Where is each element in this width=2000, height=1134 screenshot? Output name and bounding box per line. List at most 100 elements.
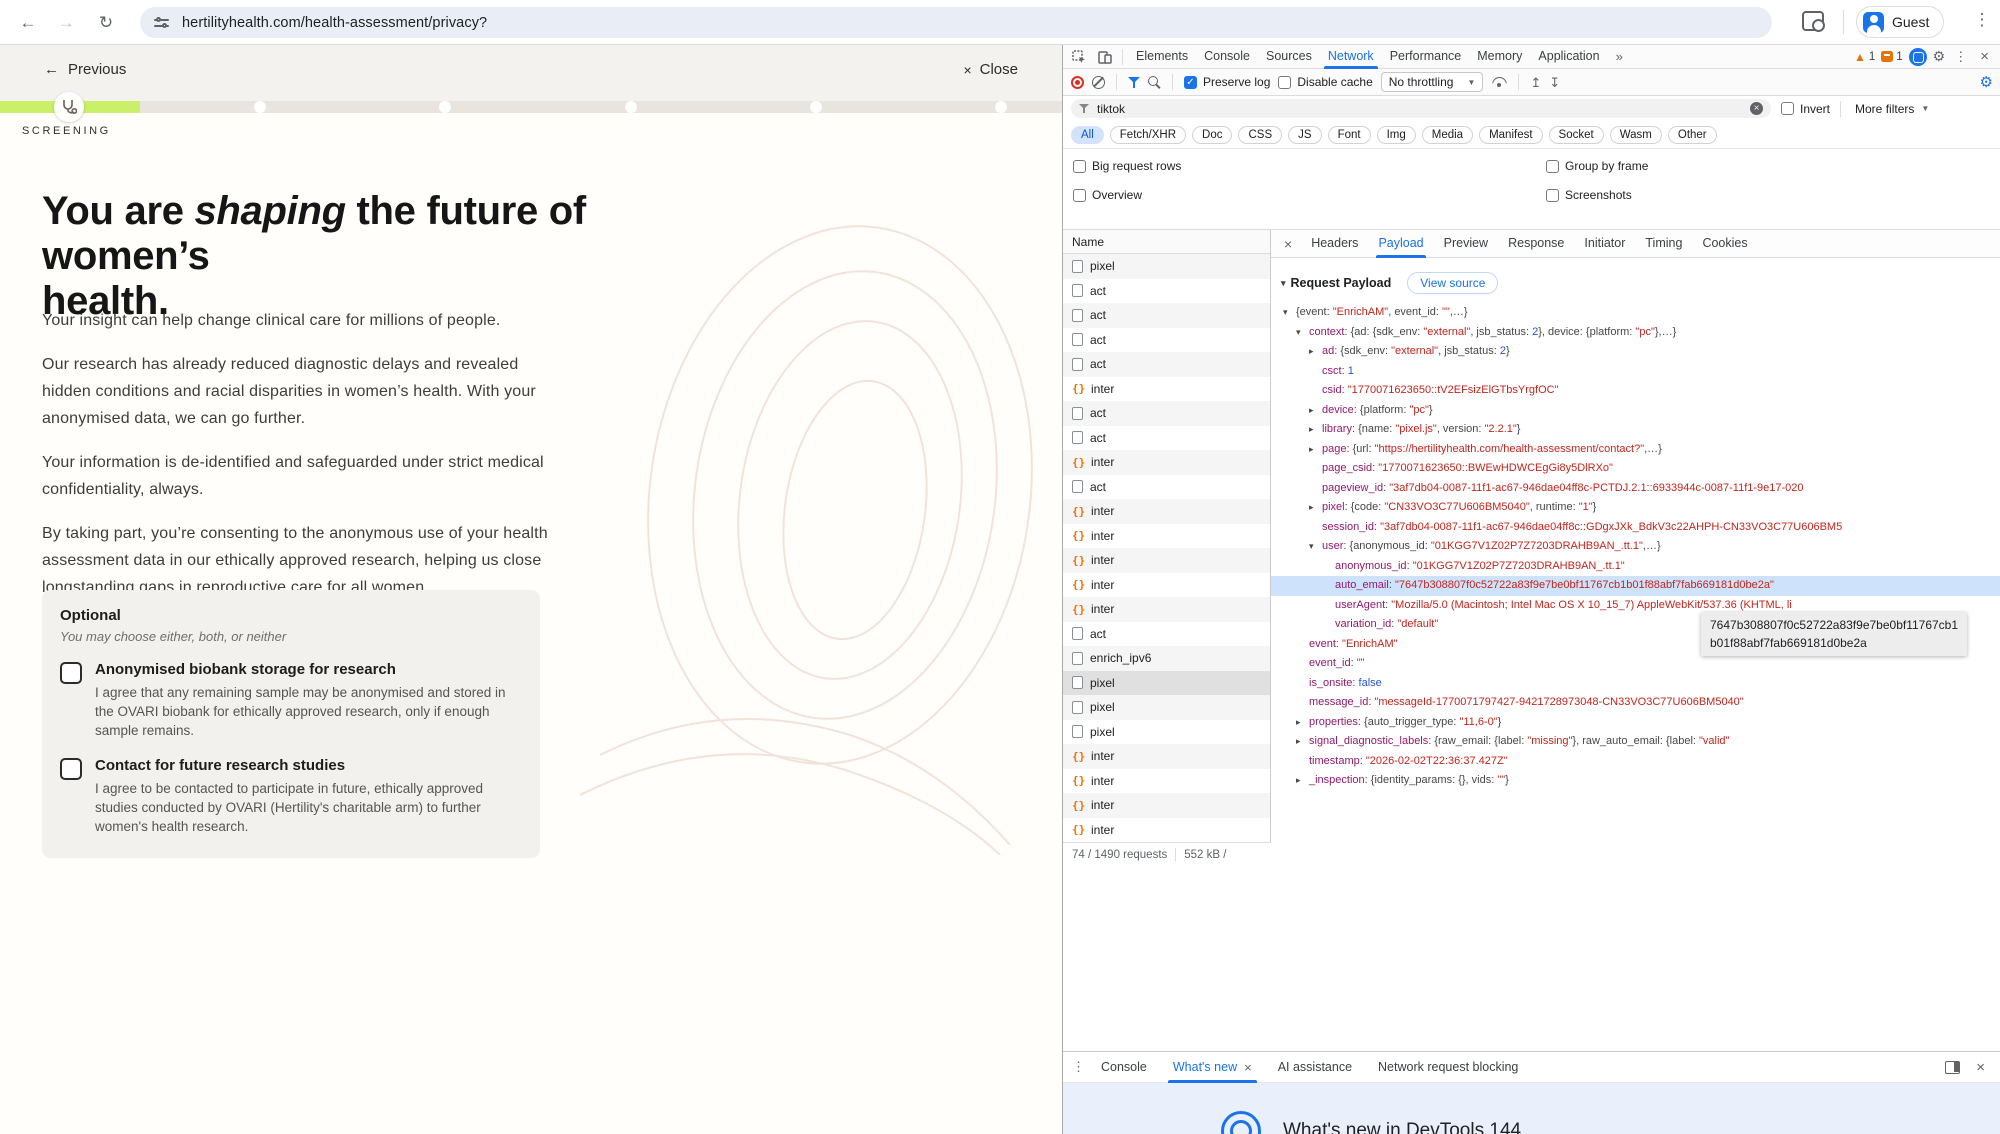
filter-chip-other[interactable]: Other <box>1668 126 1717 144</box>
drawer-tab-console[interactable]: Console <box>1088 1051 1160 1083</box>
search-icon[interactable] <box>1148 76 1161 89</box>
drawer-tab-what-s-new[interactable]: What's new× <box>1160 1051 1265 1083</box>
network-settings-gear-icon[interactable]: ⚙ <box>1980 73 1993 91</box>
detail-tab-headers[interactable]: Headers <box>1301 230 1368 258</box>
tab-search-icon[interactable] <box>1802 11 1824 31</box>
expand-arrow-icon[interactable]: ▸ <box>1296 713 1309 733</box>
request-row[interactable]: pixel <box>1063 720 1270 745</box>
profile-button[interactable]: Guest <box>1856 6 1944 38</box>
request-row[interactable]: act <box>1063 328 1270 353</box>
consent-checkbox[interactable] <box>60 758 82 780</box>
drawer-tab-network-request-blocking[interactable]: Network request blocking <box>1365 1051 1531 1083</box>
invert-checkbox[interactable]: Invert <box>1781 102 1830 116</box>
detail-tab-initiator[interactable]: Initiator <box>1574 230 1635 258</box>
payload-line[interactable]: is_onsite: false <box>1271 674 2000 694</box>
expand-arrow-icon[interactable]: ▸ <box>1296 732 1309 752</box>
detail-tab-response[interactable]: Response <box>1498 230 1574 258</box>
payload-line[interactable]: message_id: "messageId-1770071797427-942… <box>1271 693 2000 713</box>
site-settings-icon[interactable] <box>154 16 170 30</box>
payload-line[interactable]: timestamp: "2026-02-02T22:36:37.427Z" <box>1271 752 2000 772</box>
expand-arrow-icon[interactable]: ▸ <box>1309 440 1322 460</box>
request-row[interactable]: {}inter <box>1063 548 1270 573</box>
filter-icon[interactable] <box>1128 77 1140 88</box>
payload-line[interactable]: ▾user: {anonymous_id: "01KGG7V1Z02P7Z720… <box>1271 537 2000 557</box>
tab-application[interactable]: Application <box>1530 45 1607 69</box>
filter-chip-all[interactable]: All <box>1071 126 1104 144</box>
payload-line[interactable]: pageview_id: "3af7db04-0087-11f1-ac67-94… <box>1271 479 2000 499</box>
back-icon[interactable]: ← <box>14 9 42 37</box>
devtools-close-icon[interactable]: × <box>1976 48 1993 65</box>
dock-panel-icon[interactable] <box>1945 1061 1960 1074</box>
expand-arrow-icon[interactable]: ▸ <box>1296 771 1309 791</box>
request-row[interactable]: act <box>1063 279 1270 304</box>
request-row[interactable]: {}inter <box>1063 597 1270 622</box>
clear-filter-icon[interactable]: × <box>1750 102 1763 115</box>
close-drawer-icon[interactable]: × <box>1972 1059 1989 1076</box>
request-row[interactable]: act <box>1063 475 1270 500</box>
payload-line[interactable]: ▾{event: "EnrichAM", event_id: "",…} <box>1271 303 2000 323</box>
throttling-dropdown[interactable]: No throttling ▼ <box>1381 72 1484 92</box>
view-source-button[interactable]: View source <box>1407 272 1498 294</box>
payload-line[interactable]: page_csid: "1770071623650::BWEwHDWCEgGi8… <box>1271 459 2000 479</box>
filter-chip-wasm[interactable]: Wasm <box>1610 126 1662 144</box>
export-har-icon[interactable]: ↧ <box>1549 76 1560 89</box>
clear-network-log-icon[interactable] <box>1092 76 1105 89</box>
warnings-badge[interactable]: ▲1 <box>1854 50 1875 64</box>
address-bar[interactable]: hertilityhealth.com/health-assessment/pr… <box>140 7 1772 38</box>
disable-cache-checkbox[interactable]: Disable cache <box>1278 75 1372 89</box>
tab-memory[interactable]: Memory <box>1469 45 1530 69</box>
payload-line[interactable]: ▾context: {ad: {sdk_env: "external", jsb… <box>1271 323 2000 343</box>
more-filters-button[interactable]: More filters ▼ <box>1855 102 1929 116</box>
expand-arrow-icon[interactable]: ▾ <box>1283 303 1296 323</box>
payload-line[interactable]: ▸page: {url: "https://hertilityhealth.co… <box>1271 440 2000 460</box>
request-row[interactable]: act <box>1063 401 1270 426</box>
payload-line[interactable]: ▸_inspection: {identity_params: {}, vids… <box>1271 771 2000 791</box>
filter-chip-doc[interactable]: Doc <box>1192 126 1232 144</box>
payload-line[interactable]: anonymous_id: "01KGG7V1Z02P7Z7203DRAHB9A… <box>1271 557 2000 577</box>
payload-line[interactable]: ▸library: {name: "pixel.js", version: "2… <box>1271 420 2000 440</box>
expand-arrow-icon[interactable]: ▸ <box>1309 498 1322 518</box>
payload-line[interactable]: session_id: "3af7db04-0087-11f1-ac67-946… <box>1271 518 2000 538</box>
expand-arrow-icon[interactable]: ▾ <box>1296 323 1309 343</box>
tab-network[interactable]: Network <box>1320 45 1382 69</box>
filter-chip-css[interactable]: CSS <box>1238 126 1282 144</box>
request-row[interactable]: pixel <box>1063 695 1270 720</box>
filter-input[interactable]: tiktok × <box>1071 99 1771 118</box>
filter-chip-media[interactable]: Media <box>1422 126 1473 144</box>
preserve-log-checkbox[interactable]: ✓ Preserve log <box>1184 75 1270 89</box>
consent-checkbox[interactable] <box>60 662 82 684</box>
detail-tab-payload[interactable]: Payload <box>1368 230 1433 258</box>
network-conditions-icon[interactable] <box>1491 76 1507 88</box>
settings-gear-icon[interactable]: ⚙ <box>1933 48 1946 65</box>
request-row[interactable]: {}inter <box>1063 450 1270 475</box>
browser-menu-icon[interactable]: ⋮ <box>1972 10 1992 30</box>
filter-chip-manifest[interactable]: Manifest <box>1479 126 1542 144</box>
request-row[interactable]: {}inter <box>1063 377 1270 402</box>
request-row[interactable]: {}inter <box>1063 818 1270 843</box>
option-overview[interactable]: Overview <box>1073 188 1546 202</box>
payload-line[interactable]: auto_email: "7647b308807f0c52722a83f9e7b… <box>1271 576 2000 596</box>
close-tab-icon[interactable]: × <box>1244 1052 1252 1083</box>
payload-line[interactable]: event_id: "" <box>1271 654 2000 674</box>
issues-badge[interactable]: 1 <box>1881 51 1902 63</box>
request-row[interactable]: pixel <box>1063 671 1270 696</box>
filter-chip-font[interactable]: Font <box>1328 126 1371 144</box>
detail-tab-timing[interactable]: Timing <box>1635 230 1692 258</box>
payload-line[interactable]: ▸signal_diagnostic_labels: {raw_email: {… <box>1271 732 2000 752</box>
request-row[interactable]: enrich_ipv6 <box>1063 646 1270 671</box>
name-column-header[interactable]: Name <box>1063 230 1270 254</box>
request-row[interactable]: act <box>1063 303 1270 328</box>
drawer-tab-ai-assistance[interactable]: AI assistance <box>1265 1051 1365 1083</box>
request-row[interactable]: {}inter <box>1063 744 1270 769</box>
tab-console[interactable]: Console <box>1196 45 1258 69</box>
payload-line[interactable]: csid: "1770071623650::tV2EFsizElGTbsYrgf… <box>1271 381 2000 401</box>
devtools-menu-icon[interactable]: ⋮ <box>1951 49 1970 65</box>
detail-tab-preview[interactable]: Preview <box>1434 230 1498 258</box>
record-network-log-icon[interactable] <box>1071 76 1084 89</box>
option-big-request-rows[interactable]: Big request rows <box>1073 159 1546 173</box>
payload-line[interactable]: ▸pixel: {code: "CN33VO3C77U606BM5040", r… <box>1271 498 2000 518</box>
filter-chip-img[interactable]: Img <box>1377 126 1416 144</box>
reload-icon[interactable]: ↻ <box>92 9 120 37</box>
request-row[interactable]: act <box>1063 622 1270 647</box>
request-payload-title[interactable]: ▾ Request Payload <box>1281 276 1391 290</box>
